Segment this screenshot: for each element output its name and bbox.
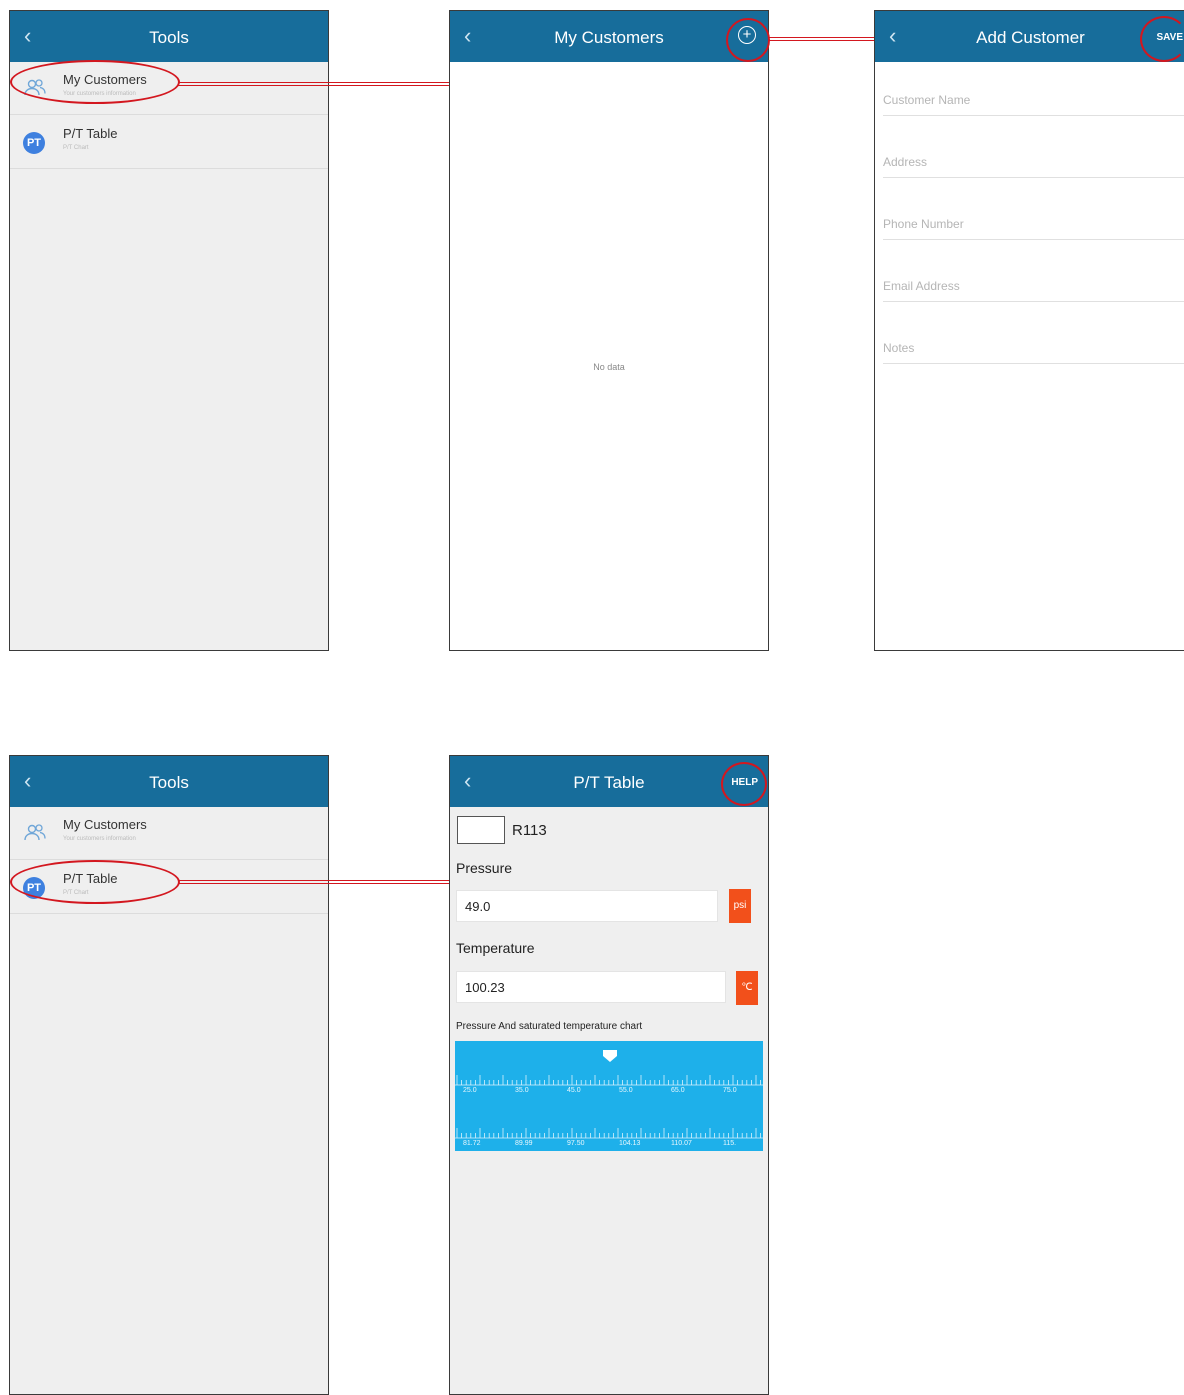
scale-tick-label: 104.13 [619, 1140, 641, 1147]
pt-scale-panel[interactable]: 25.0 35.0 45.0 55.0 65.0 75.0 81.72 89.99 97.50… [455, 1041, 763, 1151]
scale-tick-label: 55.0 [619, 1087, 633, 1094]
scale-tick-label: 89.99 [515, 1140, 533, 1147]
temperature-label: Temperature [456, 940, 535, 956]
list-item-subtitle: P/T Chart [63, 145, 89, 151]
callout-save-button [1140, 16, 1184, 62]
scale-marker-icon [603, 1050, 617, 1062]
add-customer-screen: ‹ Add Customer SAVE Customer Name Addres… [874, 10, 1184, 651]
scale-tick-label: 97.50 [567, 1140, 585, 1147]
app-bar: ‹ Tools [10, 756, 328, 807]
scale-tick-label: 65.0 [671, 1087, 685, 1094]
scale-tick-label: 110.07 [671, 1140, 692, 1147]
callout-add-button [726, 18, 770, 62]
people-icon [23, 823, 47, 847]
pt-table-screen: ‹ P/T Table HELP R113 Pressure 49.0 psi … [449, 755, 769, 1395]
refrigerant-name[interactable]: R113 [512, 822, 547, 839]
pressure-unit-button[interactable]: psi [729, 889, 751, 923]
scale-tick-label: 45.0 [567, 1087, 581, 1094]
page-title: Tools [149, 773, 189, 792]
empty-state-text: No data [593, 362, 625, 372]
connector-line [178, 880, 449, 884]
my-customers-screen: ‹ My Customers + No data [449, 10, 769, 651]
scale-tick-label: 75.0 [723, 1087, 737, 1094]
pt-badge-icon: PT [23, 132, 47, 156]
callout-help-button [721, 762, 767, 806]
scale-tick-label: 35.0 [515, 1087, 529, 1094]
list-item-my-customers[interactable]: My Customers Your customers information [10, 807, 328, 860]
app-bar: ‹ Tools [10, 11, 328, 62]
connector-line [178, 82, 449, 86]
list-item-label: P/T Table [63, 126, 118, 141]
callout-pt-table [10, 860, 180, 904]
list-item-subtitle: Your customers information [63, 836, 136, 842]
connector-line [768, 37, 874, 41]
page-title: My Customers [554, 28, 664, 47]
list-item-label: My Customers [63, 817, 147, 832]
pt-scale-svg [455, 1050, 763, 1139]
pressure-label: Pressure [456, 860, 513, 876]
page-title: Tools [149, 28, 189, 47]
tools-screen-top: ‹ Tools My Customers Your customers info… [9, 10, 329, 651]
list-item-pt-table[interactable]: PT P/T Table P/T Chart [10, 116, 328, 169]
callout-my-customers [10, 60, 180, 104]
phone-number-field[interactable]: Phone Number [883, 209, 1184, 240]
app-bar: ‹ Add Customer SAVE [875, 11, 1184, 62]
refrigerant-color-swatch[interactable] [457, 816, 505, 844]
customer-name-field[interactable]: Customer Name [883, 85, 1184, 116]
notes-field[interactable]: Notes [883, 333, 1184, 364]
scale-tick-label: 115. [723, 1140, 737, 1147]
email-address-field[interactable]: Email Address [883, 271, 1184, 302]
temperature-unit-button[interactable]: ℃ [736, 971, 758, 1005]
address-field[interactable]: Address [883, 147, 1184, 178]
temperature-input[interactable]: 100.23 [456, 971, 726, 1003]
pressure-input[interactable]: 49.0 [456, 890, 718, 922]
scale-tick-label: 81.72 [463, 1140, 481, 1147]
page-title: Add Customer [976, 28, 1085, 47]
app-bar: ‹ My Customers + [450, 11, 768, 62]
chart-title: Pressure And saturated temperature chart [456, 1021, 643, 1032]
tools-screen-bottom: ‹ Tools My Customers Your customers info… [9, 755, 329, 1395]
scale-tick-label: 25.0 [463, 1087, 477, 1094]
